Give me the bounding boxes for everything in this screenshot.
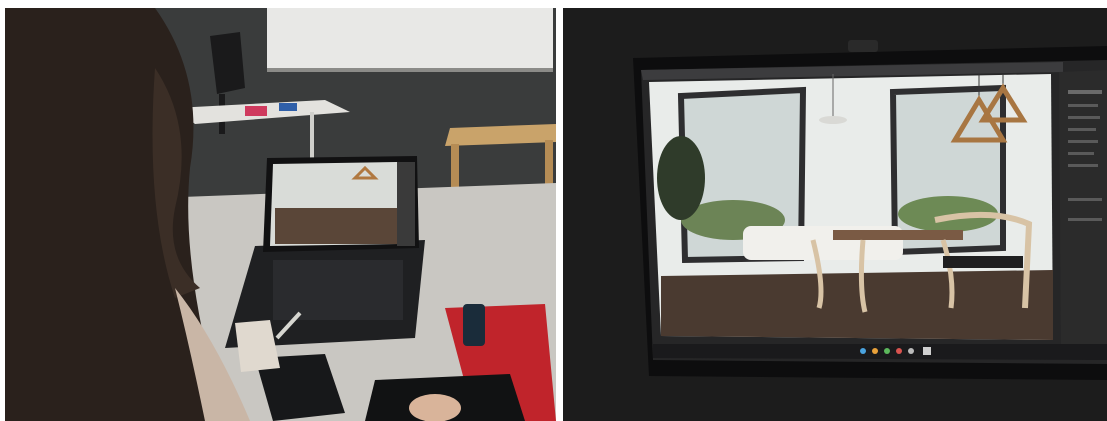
render-disc-lamp <box>819 116 847 124</box>
render-plant <box>657 136 705 220</box>
blue-usb-device <box>463 304 485 346</box>
laptop-desk-scene <box>5 8 556 421</box>
taskbar <box>653 344 1107 360</box>
taskbar-icon <box>908 348 914 354</box>
panel-row <box>1068 198 1102 201</box>
projector-screen <box>267 8 553 70</box>
render-chair-cushion <box>943 256 1023 268</box>
taskbar-icon <box>872 348 878 354</box>
taskbar-icon <box>860 348 866 354</box>
wood-bench-leg <box>545 140 553 188</box>
panel-row <box>1068 116 1100 119</box>
panel-row <box>1068 140 1098 143</box>
projector-screen-bar <box>267 68 553 72</box>
laptop-render-floor <box>275 208 397 244</box>
laptop-app-panel <box>397 162 415 246</box>
laptop-keyboard <box>273 260 403 320</box>
taskbar-icon <box>923 347 931 355</box>
panel-row <box>1068 164 1098 167</box>
taskbar-icon <box>896 348 902 354</box>
app-properties-panel <box>1059 70 1107 360</box>
blue-object <box>279 103 297 111</box>
render-table <box>833 230 963 240</box>
monitor-closeup-scene <box>563 8 1107 421</box>
panel-row <box>1068 152 1094 155</box>
hand <box>409 394 461 421</box>
panel-row <box>1068 128 1096 131</box>
photo-monitor-closeup <box>563 8 1107 421</box>
wood-bench-leg <box>451 144 459 188</box>
panel-row <box>1068 218 1102 221</box>
render-floor <box>661 270 1053 340</box>
webcam <box>848 40 878 52</box>
photo-laptop-desk <box>5 8 556 421</box>
panel-row <box>1068 104 1098 107</box>
taskbar-icon <box>884 348 890 354</box>
pink-object <box>245 106 267 116</box>
table-leg <box>310 112 314 158</box>
panel-row <box>1068 90 1102 94</box>
